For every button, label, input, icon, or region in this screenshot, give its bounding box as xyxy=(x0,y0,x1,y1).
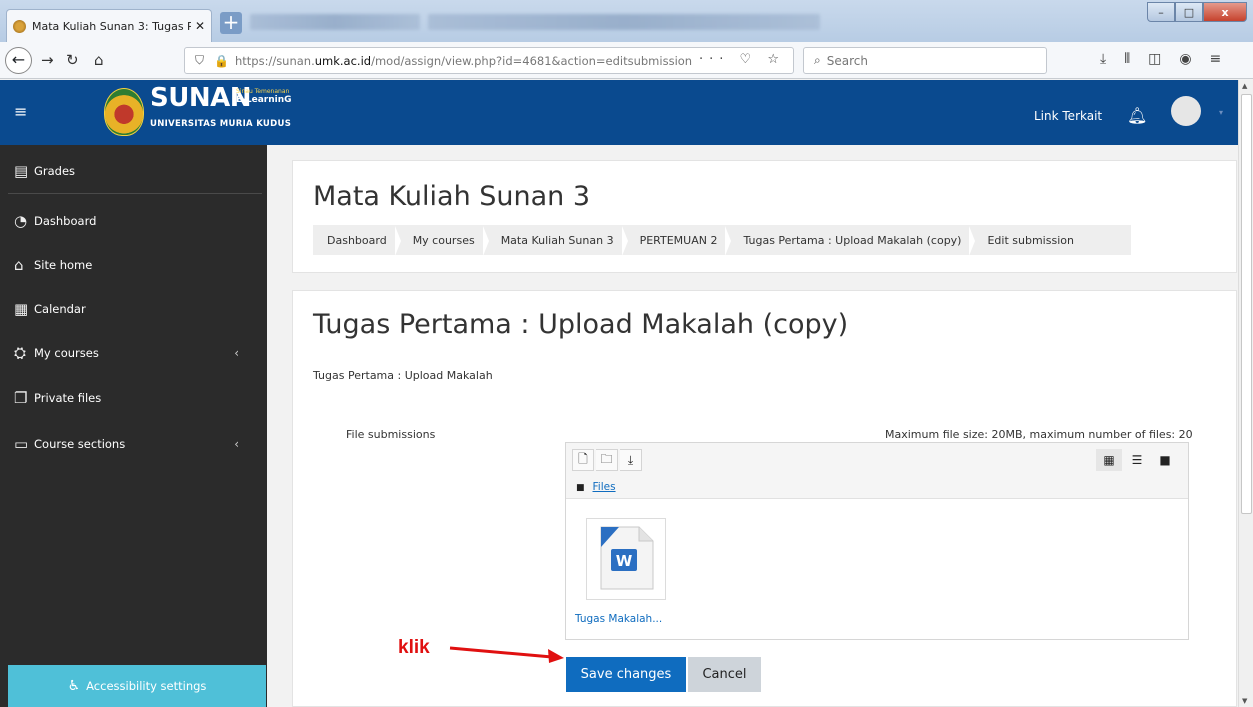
university-emblem-logo[interactable] xyxy=(104,88,144,136)
create-folder-icon[interactable]: 🗀︎ xyxy=(596,449,618,471)
search-placeholder: Search xyxy=(826,53,868,68)
add-file-icon[interactable]: 🗋︎ xyxy=(572,449,594,471)
assignment-intro: Tugas Pertama : Upload Makalah xyxy=(313,369,493,382)
chevron-left-icon: ‹ xyxy=(234,437,239,451)
klik-annotation: klik xyxy=(398,637,430,658)
courses-icon: ⛭ xyxy=(14,344,27,362)
forward-arrow-icon[interactable]: → xyxy=(41,50,54,70)
sidebar-item-calendar[interactable]: ▦ Calendar xyxy=(0,289,267,329)
dashboard-icon: ◔ xyxy=(14,212,28,230)
search-input[interactable]: ⌕ Search xyxy=(803,47,1047,74)
accessibility-icon: ♿︎ xyxy=(67,678,81,694)
library-icon[interactable]: ⫴ xyxy=(1124,51,1130,67)
files-path-link[interactable]: Files xyxy=(593,481,616,493)
files-icon: ❐ xyxy=(14,389,28,407)
accessibility-settings-button[interactable]: ♿︎ Accessibility settings xyxy=(8,665,266,707)
link-terkait-menu[interactable]: Link Terkait xyxy=(1034,109,1102,123)
uploaded-file-tile[interactable]: W xyxy=(586,518,666,600)
back-arrow-icon[interactable]: ← xyxy=(5,47,32,74)
word-document-icon: W xyxy=(600,526,654,590)
blurred-tab[interactable] xyxy=(250,14,420,30)
sidebar-item-my-courses[interactable]: ⛭ My courses ‹ xyxy=(0,333,267,373)
new-tab-button[interactable]: + xyxy=(220,12,242,34)
page-header-card xyxy=(292,160,1237,273)
calendar-icon: ▦ xyxy=(14,300,29,318)
extension-icon[interactable]: ◉ xyxy=(1179,51,1191,67)
breadcrumb-item[interactable]: PERTEMUAN 2 xyxy=(621,225,730,256)
svg-text:W: W xyxy=(616,552,633,570)
breadcrumb-item[interactable]: Mata Kuliah Sunan 3 xyxy=(482,225,626,256)
close-window-button[interactable]: x xyxy=(1203,2,1247,22)
notification-bell-icon[interactable]: 🔔︎ xyxy=(1127,106,1147,125)
page-scrollbar[interactable]: ▲ ▼ xyxy=(1238,80,1253,707)
sidebar-toggle-icon[interactable]: ◫ xyxy=(1148,51,1161,67)
chevron-left-icon: ‹ xyxy=(234,346,239,360)
cancel-button[interactable]: Cancel xyxy=(688,657,761,692)
url-bar[interactable]: ⛉ 🔒 https://sunan.umk.ac.id/mod/assign/v… xyxy=(184,47,794,74)
scroll-up-arrow-icon[interactable]: ▲ xyxy=(1242,82,1247,90)
brand-tagline: Sinau Temenanan xyxy=(236,88,290,95)
file-path: ■ Files xyxy=(576,481,616,493)
minimize-button[interactable]: – xyxy=(1147,2,1175,22)
url-text[interactable]: https://sunan.umk.ac.id/mod/assign/view.… xyxy=(235,54,692,68)
sidebar-item-private-files[interactable]: ❐ Private files xyxy=(0,378,267,418)
breadcrumb-item[interactable]: Dashboard xyxy=(313,234,399,247)
scrollbar-thumb[interactable] xyxy=(1241,94,1252,514)
site-favicon-icon xyxy=(13,19,26,33)
blurred-tab[interactable] xyxy=(428,14,820,30)
hamburger-menu-icon[interactable]: ≡ xyxy=(14,102,27,121)
breadcrumb: Dashboard My courses Mata Kuliah Sunan 3… xyxy=(313,225,1131,256)
file-submissions-label: File submissions xyxy=(346,428,436,441)
breadcrumb-item[interactable]: My courses xyxy=(394,225,487,256)
assignment-title: Tugas Pertama : Upload Makalah (copy) xyxy=(313,309,849,340)
breadcrumb-item-current: Edit submission xyxy=(969,225,1085,256)
user-avatar[interactable] xyxy=(1171,96,1201,126)
icon-view-icon[interactable]: ▦ xyxy=(1096,449,1122,471)
browser-titlebar: Mata Kuliah Sunan 3: Tugas Pe ✕ + – □ x xyxy=(0,0,1253,42)
sidebar-divider xyxy=(8,193,262,194)
padlock-icon[interactable]: 🔒 xyxy=(214,54,229,68)
file-manager-toolbar: 🗋︎ 🗀︎ ⤓ ▦ ☰ ■ ■ Files xyxy=(566,443,1188,499)
menu-icon[interactable]: ≡ xyxy=(1210,51,1222,67)
scroll-down-arrow-icon[interactable]: ▼ xyxy=(1242,697,1247,705)
window-controls: – □ x xyxy=(1147,2,1247,22)
search-icon: ⌕ xyxy=(814,53,821,67)
sidebar-item-grades[interactable]: ▤ Grades xyxy=(0,151,267,191)
tree-view-folder-icon[interactable]: ■ xyxy=(1152,449,1178,471)
grades-icon: ▤ xyxy=(14,162,29,180)
page-actions-icons[interactable]: ··· ♡ ☆ xyxy=(699,52,785,67)
home-icon[interactable]: ⌂ xyxy=(94,50,104,70)
sidebar-item-course-sections[interactable]: ▭ Course sections ‹ xyxy=(0,424,267,464)
file-manager[interactable]: 🗋︎ 🗀︎ ⤓ ▦ ☰ ■ ■ Files W Tugas Makalah... xyxy=(565,442,1189,640)
browser-toolbar-icons: ⤓ ⫴ ◫ ◉ ≡ xyxy=(1100,51,1221,67)
sidebar-item-dashboard[interactable]: ◔ Dashboard xyxy=(0,201,267,241)
red-arrow-annotation xyxy=(449,646,564,663)
tracking-shield-icon[interactable]: ⛉ xyxy=(195,53,204,68)
list-view-icon[interactable]: ☰ xyxy=(1124,449,1150,471)
save-changes-button[interactable]: Save changes xyxy=(566,657,686,692)
uploaded-file-name[interactable]: Tugas Makalah... xyxy=(575,613,662,625)
reload-icon[interactable]: ↻ xyxy=(66,50,79,70)
home-icon: ⌂ xyxy=(14,256,24,274)
browser-navbar: ← → ↻ ⌂ ⛉ 🔒 https://sunan.umk.ac.id/mod/… xyxy=(0,42,1253,79)
maximize-button[interactable]: □ xyxy=(1175,2,1203,22)
brand-elearning: E-LearninG xyxy=(236,95,292,105)
page-title: Mata Kuliah Sunan 3 xyxy=(313,181,591,212)
folder-icon: ■ xyxy=(576,483,585,493)
max-file-info: Maximum file size: 20MB, maximum number … xyxy=(885,428,1193,441)
breadcrumb-item[interactable]: Tugas Pertama : Upload Makalah (copy) xyxy=(725,225,973,256)
download-all-icon[interactable]: ⤓ xyxy=(620,449,642,471)
folder-icon: ▭ xyxy=(14,435,29,453)
brand-university: UNIVERSITAS MURIA KUDUS xyxy=(150,119,292,129)
download-icon[interactable]: ⤓ xyxy=(1100,51,1106,67)
browser-tab-active[interactable]: Mata Kuliah Sunan 3: Tugas Pe ✕ xyxy=(6,9,212,42)
user-menu-caret-icon[interactable]: ▾ xyxy=(1219,108,1223,117)
tab-close-icon[interactable]: ✕ xyxy=(195,19,205,33)
tab-title: Mata Kuliah Sunan 3: Tugas Pe xyxy=(32,19,191,33)
sidebar-item-site-home[interactable]: ⌂ Site home xyxy=(0,245,267,285)
